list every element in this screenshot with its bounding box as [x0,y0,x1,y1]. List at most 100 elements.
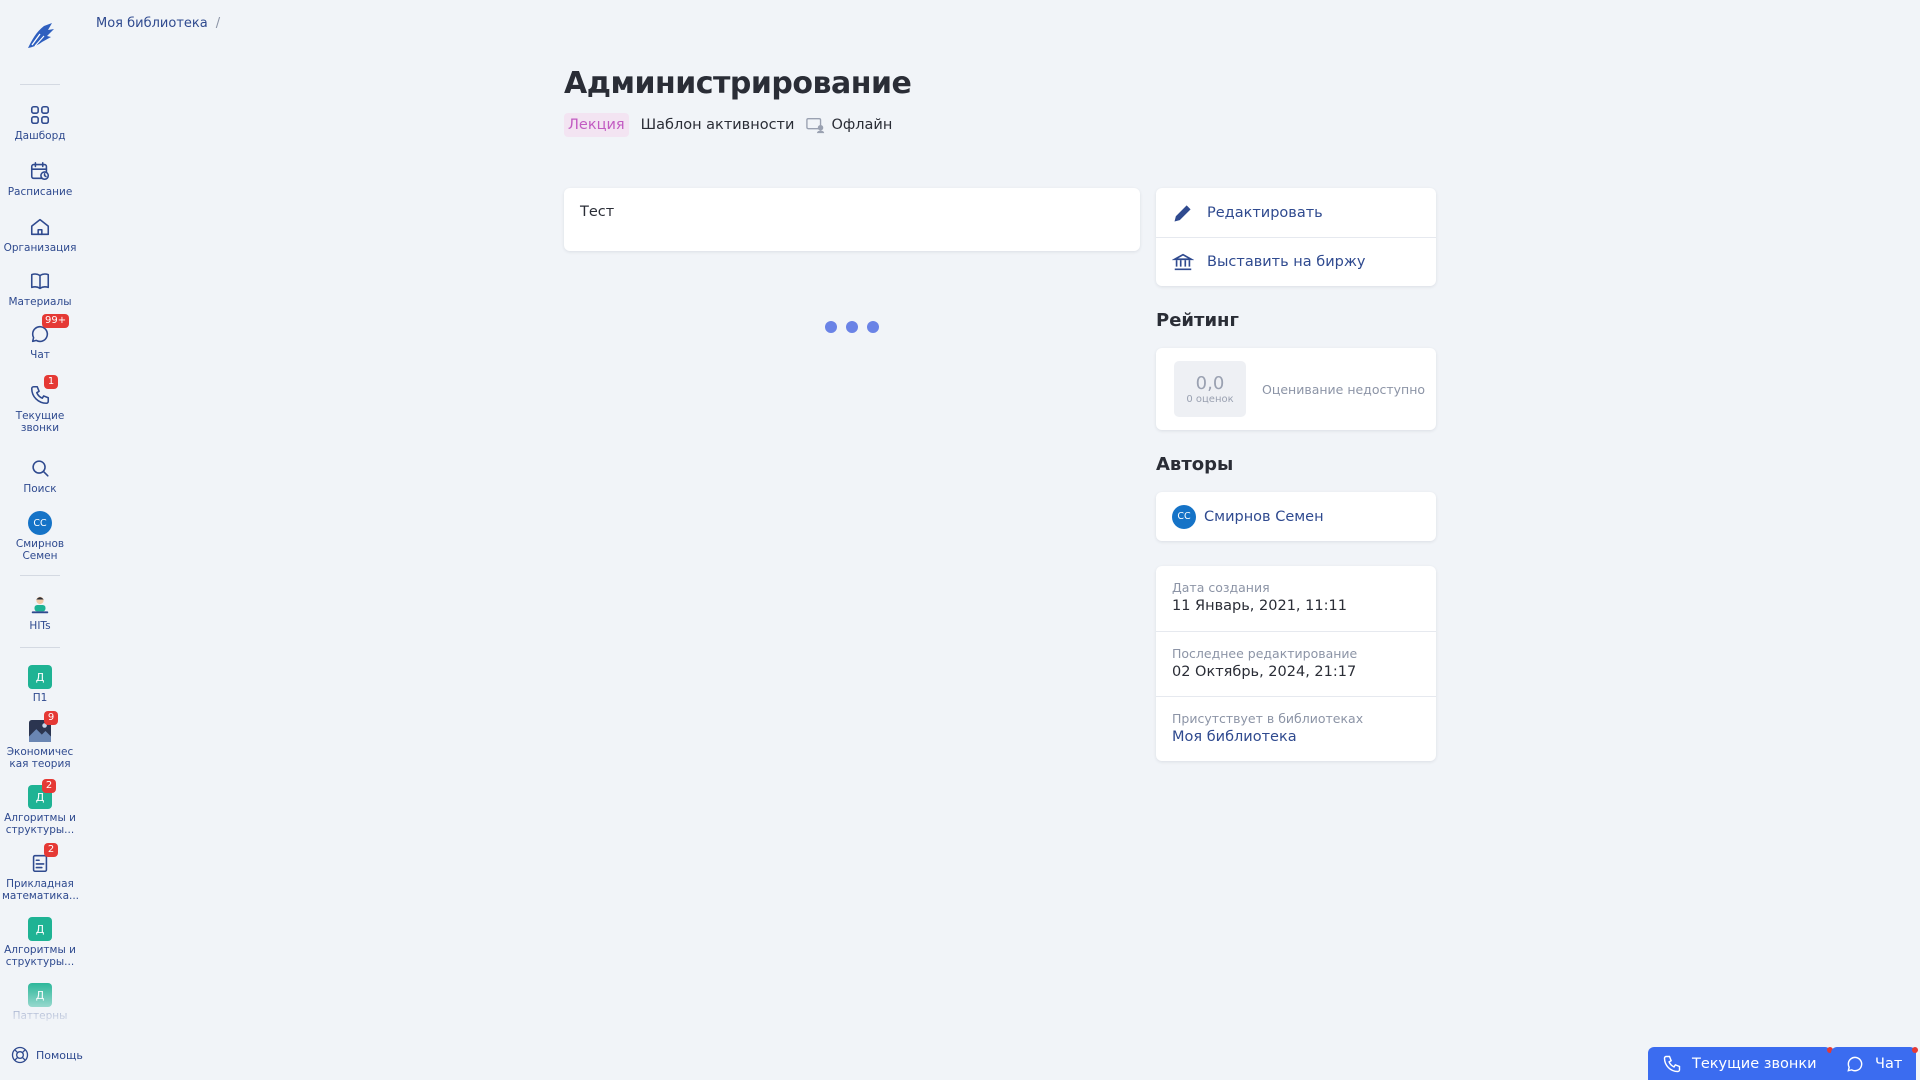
sidebar-item-hits[interactable]: HITs [0,593,80,632]
sidebar-item-materials[interactable]: Материалы [0,269,80,308]
phone-icon [1663,1055,1681,1072]
course-letter-icon: Д [28,917,52,941]
sidebar-item-label: Расписание [7,186,73,198]
activity-type-tag: Лекция [564,113,629,137]
rating-note: Оценивание недоступно [1262,381,1426,397]
sidebar-item-label: Прикладная математика... [2,878,80,902]
course-badge: 2 [42,779,56,793]
activity-mode-tag: Офлайн [806,116,892,134]
sidebar-item-organization[interactable]: Организация [0,215,80,254]
calls-badge: 1 [44,375,58,389]
sidebar-item-course[interactable]: Д 2 Алгоритмы и структуры... [0,779,80,836]
sidebar-item-label: Алгоритмы и структуры... [4,812,76,836]
exchange-label: Выставить на биржу [1207,254,1366,270]
sidebar-item-search[interactable]: Поиск [0,456,80,495]
activity-mode-label: Офлайн [831,117,893,133]
activity-tags: Лекция Шаблон активности Офлайн [564,113,892,137]
sidebar-item-course[interactable]: Д П1 [0,665,80,704]
sidebar-item-label: Организация [3,242,77,254]
edited-label: Последнее редактирование [1172,646,1358,661]
exchange-button[interactable]: Выставить на биржу [1156,237,1436,286]
actions-card: Редактировать Выставить на биржу [1156,188,1436,286]
sidebar-item-label: Чат [30,349,50,361]
rating-count: 0 оценок [1186,394,1234,405]
chat-icon: 99+ [28,314,70,346]
sidebar-item-profile[interactable]: СС Смирнов Семен [0,511,80,562]
sidebar-item-label: Дашборд [14,130,66,142]
course-doc-icon: 2 [28,843,58,875]
sidebar-item-current-calls[interactable]: 1 Текущие звонки [0,375,80,434]
lifebuoy-icon [11,1046,29,1064]
current-calls-label: Текущие звонки [1692,1055,1817,1072]
sidebar-item-dashboard[interactable]: Дашборд [0,103,80,142]
course-image-icon: 9 [28,711,58,743]
sidebar: Дашборд Расписание Организация Материалы… [0,0,83,1080]
loading-dot [846,321,858,333]
current-calls-button[interactable]: Текущие звонки [1648,1047,1833,1080]
activity-content-text: Тест [580,204,615,220]
sidebar-item-label: Смирнов Семен [15,538,65,562]
chat-label: Чат [1875,1055,1903,1072]
offline-icon [806,117,825,134]
breadcrumb-separator: / [215,16,221,31]
page-title: Администрирование [564,66,912,101]
sidebar-item-chat[interactable]: 99+ Чат [0,314,80,361]
loading-dot [867,321,879,333]
rating-card: 0,0 0 оценок Оценивание недоступно [1156,348,1436,430]
sidebar-item-label: Текущие звонки [15,410,65,434]
rating-value: 0,0 [1195,373,1225,394]
sidebar-item-course[interactable]: 9 Экономическая теория [0,711,80,770]
avatar: СС [1172,504,1196,529]
help-button[interactable]: Помощь [10,1045,83,1065]
rating-score: 0,0 0 оценок [1174,361,1246,417]
hits-mascot-icon [28,593,52,617]
chat-button[interactable]: Чат [1831,1047,1919,1080]
book-icon [28,269,52,293]
app-logo-icon[interactable] [22,18,58,54]
sidebar-item-label: HITs [29,620,51,632]
authors-heading: Авторы [1156,454,1234,475]
avatar: СС [28,511,52,535]
course-letter-icon: Д [28,983,52,1007]
course-badge: 9 [44,711,58,725]
sidebar-item-label: Паттерны [12,1010,68,1022]
library-link[interactable]: Моя библиотека [1172,729,1420,745]
libraries-row: Присутствует в библиотеках Моя библиотек… [1156,696,1436,761]
pencil-icon [1174,204,1191,221]
rating-heading: Рейтинг [1156,310,1239,331]
sidebar-item-label: Экономическая теория [6,746,74,770]
dashboard-icon [28,103,52,127]
activity-template-tag: Шаблон активности [640,117,795,133]
edit-button[interactable]: Редактировать [1156,188,1436,237]
breadcrumb-link-library[interactable]: Моя библиотека [96,16,208,31]
sidebar-item-course[interactable]: 2 Прикладная математика... [0,843,80,902]
sidebar-divider [20,84,60,85]
schedule-icon [28,159,52,183]
metadata-card: Дата создания 11 Январь, 2021, 11:11 Пос… [1156,566,1436,761]
chat-icon [1847,1056,1863,1072]
sidebar-item-course[interactable]: Д Паттерны [0,983,80,1022]
breadcrumb: Моя библиотека / [96,16,220,31]
help-label: Помощь [36,1048,83,1062]
sidebar-item-course[interactable]: Д Алгоритмы и структуры... [0,917,80,968]
sidebar-divider [20,575,60,576]
sidebar-item-label: Алгоритмы и структуры... [4,944,76,968]
sidebar-item-label: Поиск [23,483,57,495]
created-row: Дата создания 11 Январь, 2021, 11:11 [1156,566,1436,631]
edited-value: 02 Октябрь, 2024, 21:17 [1172,664,1357,680]
phone-icon: 1 [28,375,58,407]
course-letter-icon: Д [28,665,52,689]
libraries-label: Присутствует в библиотеках [1172,711,1364,726]
organization-icon [28,215,52,239]
edit-label: Редактировать [1207,204,1323,221]
author-name: Смирнов Семен [1204,508,1324,525]
author-item[interactable]: СС Смирнов Семен [1156,492,1436,541]
sidebar-divider [20,647,60,648]
notification-dot [1912,1047,1919,1053]
sidebar-item-schedule[interactable]: Расписание [0,159,80,198]
sidebar-item-label: П1 [32,692,48,704]
created-value: 11 Январь, 2021, 11:11 [1172,598,1347,614]
bank-icon [1172,253,1194,271]
chat-badge: 99+ [42,314,70,328]
sidebar-item-label: Материалы [8,296,72,308]
